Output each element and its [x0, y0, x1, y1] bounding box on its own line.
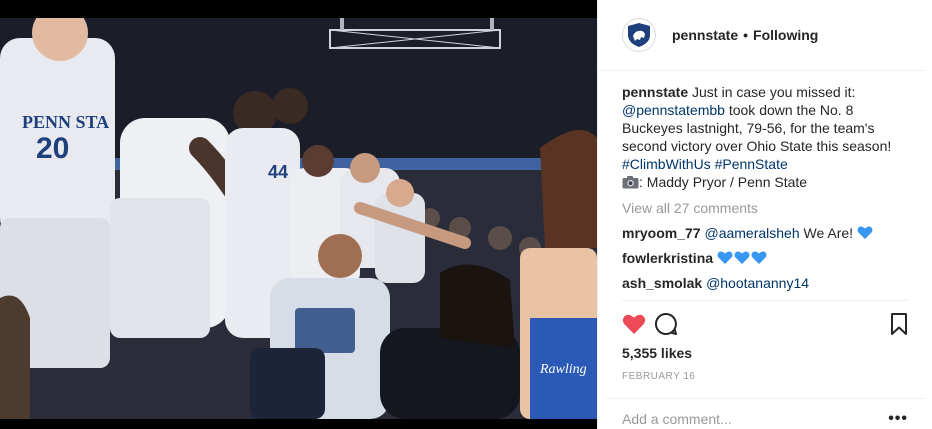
comment-username[interactable]: ash_smolak — [622, 275, 702, 291]
caption-username[interactable]: pennstate — [622, 84, 688, 100]
following-button[interactable]: Following — [753, 27, 818, 43]
blue-heart-icon — [751, 251, 767, 264]
svg-text:44: 44 — [268, 162, 288, 182]
comment-button[interactable] — [654, 308, 686, 340]
comment-mention[interactable]: @aameralsheh — [704, 225, 799, 241]
speech-bubble-icon — [654, 312, 677, 335]
caption-mention[interactable]: @pennstatembb — [622, 102, 725, 118]
comment-item: fowlerkristina — [622, 249, 916, 267]
post-photo[interactable]: PENN STA 20 44 Rawling — [0, 18, 597, 419]
post-header: pennstate • Following — [598, 0, 924, 71]
heart-filled-icon — [622, 314, 646, 334]
blue-heart-icon — [717, 251, 733, 264]
basketball-celebration-image: PENN STA 20 44 Rawling — [0, 18, 597, 419]
comment-text: We Are! — [803, 225, 854, 241]
comments-area: pennstate Just in case you missed it: @p… — [598, 71, 932, 299]
camera-icon — [622, 176, 639, 189]
caption-text-1: Just in case you missed it: — [692, 84, 856, 100]
post-side-panel: pennstate • Following pennstate Just in ca… — [597, 0, 932, 429]
post-caption: pennstate Just in case you missed it: @p… — [622, 83, 910, 191]
comment-username[interactable]: fowlerkristina — [622, 250, 713, 266]
instagram-post: PENN STA 20 44 Rawling pennstate • Follo… — [0, 0, 932, 429]
svg-text:20: 20 — [36, 132, 69, 165]
svg-text:PENN STA: PENN STA — [22, 112, 109, 132]
caption-hashtag-pennstate[interactable]: #PennState — [715, 156, 788, 172]
comment-item: ash_smolak @hootananny14 — [622, 274, 916, 292]
header-username[interactable]: pennstate — [672, 27, 738, 43]
bookmark-icon — [891, 312, 907, 335]
svg-text:Rawling: Rawling — [539, 362, 587, 377]
add-comment-input[interactable]: Add a comment... — [622, 411, 888, 427]
header-account: pennstate • Following — [672, 27, 818, 43]
penn-state-logo-avatar[interactable] — [622, 18, 656, 52]
post-actions — [622, 300, 908, 346]
likes-count[interactable]: 5,355 likes — [622, 345, 692, 361]
comment-item: mryoom_77 @aameralsheh We Are! — [622, 224, 916, 242]
blue-heart-icon — [857, 226, 873, 239]
blue-heart-icon — [734, 251, 750, 264]
add-comment-bar: Add a comment... ••• — [606, 398, 924, 429]
like-button[interactable] — [622, 308, 654, 340]
view-all-comments-link[interactable]: View all 27 comments — [622, 199, 916, 217]
penn-state-shield-icon — [628, 23, 650, 47]
save-button[interactable] — [876, 308, 908, 340]
post-date[interactable]: FEBRUARY 16 — [622, 371, 696, 382]
photo-credit: : Maddy Pryor / Penn State — [639, 174, 808, 190]
more-options-button[interactable]: ••• — [888, 410, 908, 428]
comment-username[interactable]: mryoom_77 — [622, 225, 701, 241]
caption-hashtag-climbwithus[interactable]: #ClimbWithUs — [622, 156, 711, 172]
comment-mention[interactable]: @hootananny14 — [706, 275, 809, 291]
header-separator: • — [743, 27, 749, 43]
